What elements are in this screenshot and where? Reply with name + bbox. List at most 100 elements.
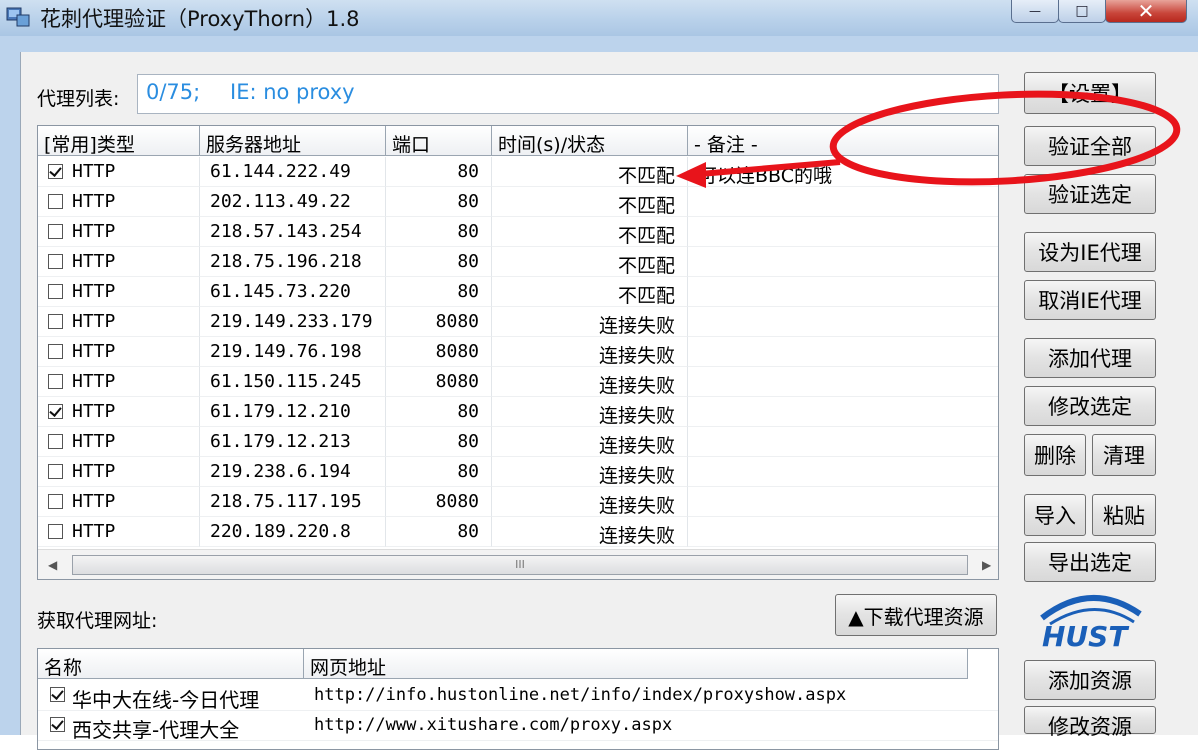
source-checkbox[interactable] — [50, 687, 65, 702]
table-row[interactable]: HTTP 219.238.6.194 80 连接失败 — [38, 457, 998, 487]
type-column-cell: HTTP — [38, 157, 200, 187]
proxy-list-label: 代理列表: — [37, 88, 120, 110]
column-header-port[interactable]: 端口 — [386, 126, 492, 156]
address-cell: 220.189.220.8 — [200, 517, 386, 547]
verify-all-button[interactable]: 验证全部 — [1024, 126, 1156, 166]
type-column-cell: HTTP — [38, 307, 200, 337]
type-cell: HTTP — [72, 221, 116, 242]
set-ie-proxy-button[interactable]: 设为IE代理 — [1024, 232, 1156, 272]
table-row[interactable]: HTTP 61.145.73.220 80 不匹配 — [38, 277, 998, 307]
row-checkbox[interactable] — [48, 494, 63, 509]
download-sources-button[interactable]: ▲下载代理资源 — [835, 594, 997, 636]
proxy-table[interactable]: [常用]类型 服务器地址 端口 时间(s)/状态 - 备注 - HTTP 61.1… — [37, 125, 999, 580]
note-cell — [688, 457, 998, 487]
row-checkbox[interactable] — [48, 194, 63, 209]
type-cell: HTTP — [72, 461, 116, 482]
source-row[interactable]: 西交共享-代理大全 http://www.xitushare.com/proxy.… — [38, 710, 998, 742]
address-cell: 61.179.12.213 — [200, 427, 386, 457]
type-cell: HTTP — [72, 191, 116, 212]
address-cell: 61.179.12.210 — [200, 397, 386, 427]
table-row[interactable]: HTTP 219.149.76.198 8080 连接失败 — [38, 337, 998, 367]
row-checkbox[interactable] — [48, 224, 63, 239]
status-count: 0/75; — [146, 80, 201, 104]
minimize-button[interactable]: — — [1011, 0, 1059, 23]
note-cell — [688, 487, 998, 517]
table-row[interactable]: HTTP 218.75.196.218 80 不匹配 — [38, 247, 998, 277]
export-selected-button[interactable]: 导出选定 — [1024, 542, 1156, 582]
address-cell: 61.144.222.49 — [200, 157, 386, 187]
status-cell: 连接失败 — [492, 517, 688, 547]
column-header-type[interactable]: [常用]类型 — [38, 126, 200, 156]
cancel-ie-proxy-button[interactable]: 取消IE代理 — [1024, 280, 1156, 320]
type-cell: HTTP — [72, 401, 116, 422]
column-header-address[interactable]: 服务器地址 — [200, 126, 386, 156]
horizontal-scroll-thumb[interactable]: III — [72, 555, 968, 575]
column-header-note[interactable]: - 备注 - — [688, 126, 998, 156]
table-row[interactable]: HTTP 61.150.115.245 8080 连接失败 — [38, 367, 998, 397]
add-proxy-button[interactable]: 添加代理 — [1024, 338, 1156, 378]
table-row[interactable]: HTTP 218.75.117.195 8080 连接失败 — [38, 487, 998, 517]
address-cell: 219.238.6.194 — [200, 457, 386, 487]
maximize-button[interactable]: □ — [1058, 0, 1106, 23]
type-column-cell: HTTP — [38, 247, 200, 277]
status-cell: 不匹配 — [492, 277, 688, 307]
note-cell — [688, 247, 998, 277]
row-checkbox[interactable] — [48, 524, 63, 539]
edit-selected-button[interactable]: 修改选定 — [1024, 386, 1156, 426]
scroll-left-icon[interactable]: ◀ — [48, 558, 57, 572]
source-checkbox[interactable] — [50, 717, 65, 732]
settings-button[interactable]: 【设置】 — [1024, 72, 1156, 114]
paste-button[interactable]: 粘贴 — [1092, 494, 1156, 536]
row-checkbox[interactable] — [48, 344, 63, 359]
table-row[interactable]: HTTP 202.113.49.22 80 不匹配 — [38, 187, 998, 217]
source-row[interactable]: 华中大在线-今日代理 http://info.hustonline.net/inf… — [38, 680, 998, 712]
column-header-status[interactable]: 时间(s)/状态 — [492, 126, 688, 156]
row-checkbox[interactable] — [48, 284, 63, 299]
table-row[interactable]: HTTP 61.179.12.210 80 连接失败 — [38, 397, 998, 427]
row-checkbox[interactable] — [48, 314, 63, 329]
import-button[interactable]: 导入 — [1024, 494, 1086, 536]
type-cell: HTTP — [72, 371, 116, 392]
table-row[interactable]: HTTP 219.149.233.179 8080 连接失败 — [38, 307, 998, 337]
source-column-name[interactable]: 名称 — [38, 649, 304, 679]
source-url: http://info.hustonline.net/info/index/pr… — [314, 685, 847, 705]
note-cell: 可以连BBC的哦 — [688, 157, 998, 187]
port-cell: 8080 — [386, 337, 492, 367]
table-row[interactable]: HTTP 218.57.143.254 80 不匹配 — [38, 217, 998, 247]
table-row[interactable]: HTTP 61.144.222.49 80 不匹配 可以连BBC的哦 — [38, 157, 998, 187]
close-button[interactable]: ✕ — [1105, 0, 1187, 23]
port-cell: 80 — [386, 427, 492, 457]
address-cell: 218.75.196.218 — [200, 247, 386, 277]
verify-selected-button[interactable]: 验证选定 — [1024, 174, 1156, 214]
type-column-cell: HTTP — [38, 427, 200, 457]
table-row[interactable]: HTTP 220.189.220.8 80 连接失败 — [38, 517, 998, 547]
logo-text: HUST — [1042, 620, 1129, 650]
status-cell: 不匹配 — [492, 247, 688, 277]
close-icon: ✕ — [1137, 0, 1155, 23]
horizontal-scrollbar[interactable]: ◀ III ▶ — [38, 549, 998, 579]
address-cell: 218.57.143.254 — [200, 217, 386, 247]
row-checkbox[interactable] — [48, 374, 63, 389]
port-cell: 80 — [386, 397, 492, 427]
port-cell: 80 — [386, 247, 492, 277]
port-cell: 80 — [386, 457, 492, 487]
status-cell: 不匹配 — [492, 157, 688, 187]
scroll-right-icon[interactable]: ▶ — [982, 558, 991, 572]
note-cell — [688, 367, 998, 397]
type-cell: HTTP — [72, 281, 116, 302]
row-checkbox[interactable] — [48, 164, 63, 179]
edit-source-button[interactable]: 修改资源 — [1024, 706, 1156, 739]
window-title: 花刺代理验证（ProxyThorn）1.8 — [40, 7, 360, 31]
address-cell: 219.149.233.179 — [200, 307, 386, 337]
row-checkbox[interactable] — [48, 434, 63, 449]
table-row[interactable]: HTTP 61.179.12.213 80 连接失败 — [38, 427, 998, 457]
row-checkbox[interactable] — [48, 404, 63, 419]
port-cell: 80 — [386, 157, 492, 187]
row-checkbox[interactable] — [48, 464, 63, 479]
port-cell: 80 — [386, 217, 492, 247]
source-column-url[interactable]: 网页地址 — [304, 649, 968, 679]
clear-button[interactable]: 清理 — [1092, 434, 1156, 476]
row-checkbox[interactable] — [48, 254, 63, 269]
delete-button[interactable]: 删除 — [1024, 434, 1086, 476]
add-source-button[interactable]: 添加资源 — [1024, 660, 1156, 700]
